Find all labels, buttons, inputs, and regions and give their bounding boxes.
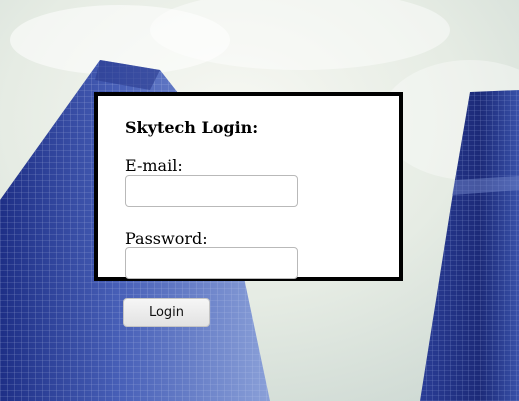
email-field[interactable] — [125, 175, 298, 207]
password-field[interactable] — [125, 247, 298, 279]
login-button[interactable]: Login — [123, 298, 210, 327]
email-label: E-mail: — [125, 156, 183, 175]
password-label: Password: — [125, 229, 208, 248]
login-panel: Skytech Login: E-mail: Password: — [94, 92, 403, 281]
login-title: Skytech Login: — [125, 118, 259, 137]
